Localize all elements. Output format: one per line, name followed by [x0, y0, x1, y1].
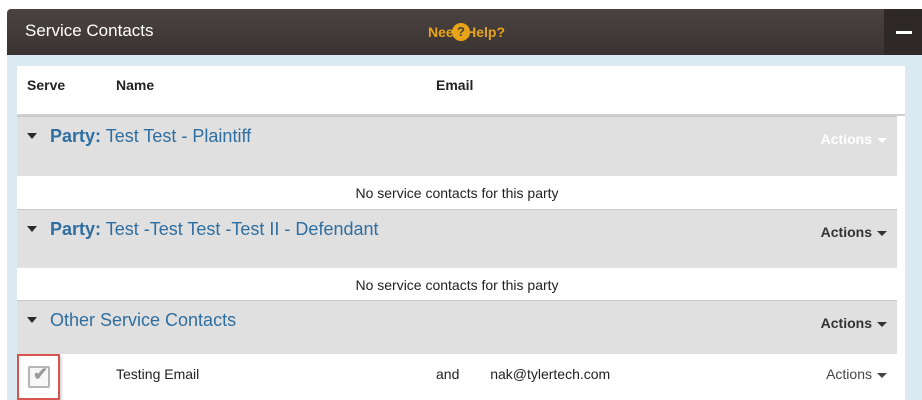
minus-icon — [896, 31, 912, 34]
group-label: Party: Test Test - Plaintiff — [50, 126, 252, 146]
group-actions-button[interactable]: Actions — [821, 131, 887, 147]
caret-down-icon[interactable] — [27, 226, 37, 232]
panel-header: Service Contacts Need Help? ? — [7, 9, 922, 55]
collapse-button[interactable] — [884, 9, 922, 55]
contact-actions-button[interactable]: Actions — [826, 366, 887, 382]
service-contacts-table: Serve Name Email Party: Test Test - Plai… — [17, 66, 905, 400]
contact-email: and nak@tylertech.com — [436, 366, 611, 382]
help-icon[interactable]: ? — [452, 23, 470, 41]
other-contacts-group: Other Service Contacts Actions — [17, 300, 897, 355]
column-header-serve: Serve — [27, 77, 66, 93]
checkbox-checked-icon[interactable]: ✔ — [28, 364, 50, 388]
column-header-email: Email — [436, 77, 474, 93]
check-icon: ✔ — [33, 364, 49, 384]
contact-name: Testing Email — [116, 366, 200, 382]
panel-title: Service Contacts — [25, 21, 154, 40]
group-label: Other Service Contacts — [50, 310, 237, 330]
caret-down-icon[interactable] — [27, 133, 37, 139]
empty-row: No service contacts for this party — [17, 175, 897, 211]
serve-checkbox-highlight: ✔ — [17, 354, 60, 400]
group-actions-button[interactable]: Actions — [821, 224, 887, 240]
caret-down-icon[interactable] — [27, 317, 37, 323]
party-group-plaintiff: Party: Test Test - Plaintiff Actions — [17, 116, 897, 175]
table-row: ✔ Testing Email and nak@tylertech.com Ac… — [17, 354, 897, 400]
column-header-name: Name — [116, 77, 155, 93]
panel-body: Serve Name Email Party: Test Test - Plai… — [7, 55, 922, 400]
party-group-defendant: Party: Test -Test Test -Test II - Defend… — [17, 209, 897, 268]
group-actions-button[interactable]: Actions — [821, 315, 887, 331]
empty-row: No service contacts for this party — [17, 267, 897, 303]
group-label: Party: Test -Test Test -Test II - Defend… — [50, 219, 379, 239]
